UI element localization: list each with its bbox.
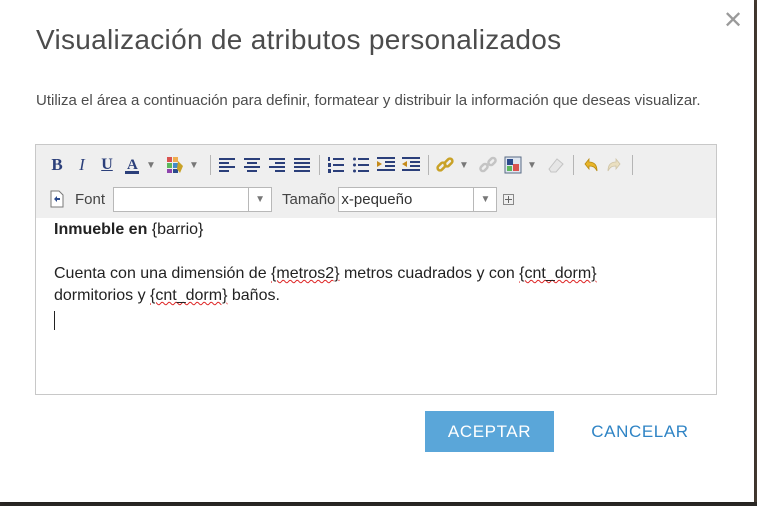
bold-icon[interactable]: B <box>46 154 68 176</box>
content-field: {barrio} <box>147 221 204 238</box>
highlight-color-icon[interactable] <box>164 154 186 176</box>
ordered-list-icon[interactable] <box>325 154 347 176</box>
cancel-button[interactable]: CANCELAR <box>575 411 705 452</box>
rich-text-editor[interactable]: B I U A ▼ ▼ ▼ ▼ Font ▼ Tamaño x-pequeño … <box>35 144 717 395</box>
underline-icon[interactable]: U <box>96 154 118 176</box>
dialog-title: Visualización de atributos personalizado… <box>36 24 562 55</box>
toolbar-separator <box>319 155 320 175</box>
size-label: Tamaño <box>282 190 336 208</box>
content-caret-line <box>54 307 704 337</box>
unlink-icon[interactable] <box>477 154 499 176</box>
content-line: Cuenta con una dimensión de {metros2} me… <box>54 263 704 285</box>
content-blank-line <box>54 241 704 263</box>
content-text: dormitorios y <box>54 287 151 304</box>
dialog-description: Utiliza el área a continuación para defi… <box>36 92 701 109</box>
unordered-list-icon[interactable] <box>350 154 372 176</box>
close-icon[interactable]: ✕ <box>720 8 746 34</box>
accept-button[interactable]: ACEPTAR <box>425 411 554 452</box>
content-field: {cnt_dorm} <box>519 265 597 282</box>
indent-icon[interactable] <box>375 154 397 176</box>
outdent-icon[interactable] <box>400 154 422 176</box>
toolbar-separator <box>632 155 633 175</box>
chevron-down-icon[interactable]: ▼ <box>473 187 496 211</box>
content-field: {cnt_dorm} <box>150 287 228 304</box>
chevron-down-icon[interactable]: ▼ <box>189 160 203 171</box>
content-bold-text: Inmueble en <box>54 221 148 238</box>
size-select[interactable]: x-pequeño ▼ <box>338 186 498 212</box>
custom-attributes-dialog: ✕ Visualización de atributos personaliza… <box>0 0 754 502</box>
italic-icon[interactable]: I <box>71 154 93 176</box>
align-center-icon[interactable] <box>241 154 263 176</box>
chevron-down-icon[interactable]: ▼ <box>459 160 473 171</box>
content-text: baños. <box>227 287 280 304</box>
toolbar-separator <box>210 155 211 175</box>
toolbar-separator <box>428 155 429 175</box>
justify-icon[interactable] <box>291 154 313 176</box>
edit-source-icon[interactable] <box>46 188 68 210</box>
eraser-icon[interactable] <box>545 154 567 176</box>
toolbar-row-font: Font ▼ Tamaño x-pequeño ▼ <box>46 185 515 213</box>
align-left-icon[interactable] <box>216 154 238 176</box>
size-select-value: x-pequeño <box>341 190 413 208</box>
content-text: Cuenta con una dimensión de <box>54 265 272 282</box>
toolbar-row-formatting: B I U A ▼ ▼ ▼ ▼ <box>46 153 638 177</box>
text-caret <box>54 311 55 330</box>
editor-toolbar: B I U A ▼ ▼ ▼ ▼ Font ▼ Tamaño x-pequeño … <box>36 145 716 218</box>
expand-toolbar-icon[interactable] <box>503 193 515 205</box>
content-field: {metros2} <box>271 265 340 282</box>
backdrop-bottom <box>0 502 757 506</box>
chevron-down-icon[interactable]: ▼ <box>527 160 541 171</box>
insert-image-icon[interactable] <box>502 154 524 176</box>
content-line: dormitorios y {cnt_dorm} baños. <box>54 285 704 307</box>
svg-text:A: A <box>127 157 138 173</box>
chevron-down-icon[interactable]: ▼ <box>248 187 271 211</box>
font-color-icon[interactable]: A <box>121 154 143 176</box>
chevron-down-icon[interactable]: ▼ <box>146 160 160 171</box>
editor-content[interactable]: Inmueble en {barrio} Cuenta con una dime… <box>54 219 704 337</box>
font-select-value <box>114 188 248 211</box>
redo-icon[interactable] <box>604 154 626 176</box>
insert-link-icon[interactable] <box>434 154 456 176</box>
font-label: Font <box>75 190 106 208</box>
content-line: Inmueble en {barrio} <box>54 219 704 241</box>
toolbar-separator <box>573 155 574 175</box>
undo-icon[interactable] <box>579 154 601 176</box>
align-right-icon[interactable] <box>266 154 288 176</box>
font-select[interactable]: ▼ <box>113 186 273 212</box>
content-text: metros cuadrados y con <box>339 265 520 282</box>
